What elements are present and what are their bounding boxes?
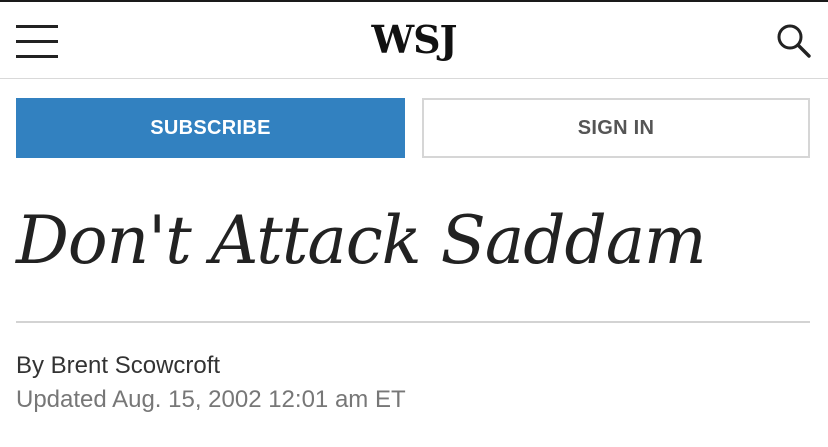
author-byline: By Brent Scowcroft xyxy=(16,352,221,379)
article-headline: Don't Attack Saddam xyxy=(16,202,707,279)
search-icon[interactable] xyxy=(775,22,813,60)
subscribe-button[interactable]: SUBSCRIBE xyxy=(16,98,405,158)
wsj-logo[interactable]: WSJ xyxy=(0,16,828,64)
updated-timestamp: Updated Aug. 15, 2002 12:01 am ET xyxy=(16,386,406,413)
sign-in-button[interactable]: SIGN IN xyxy=(422,98,810,158)
site-header: WSJ xyxy=(0,2,828,79)
divider xyxy=(16,321,810,323)
